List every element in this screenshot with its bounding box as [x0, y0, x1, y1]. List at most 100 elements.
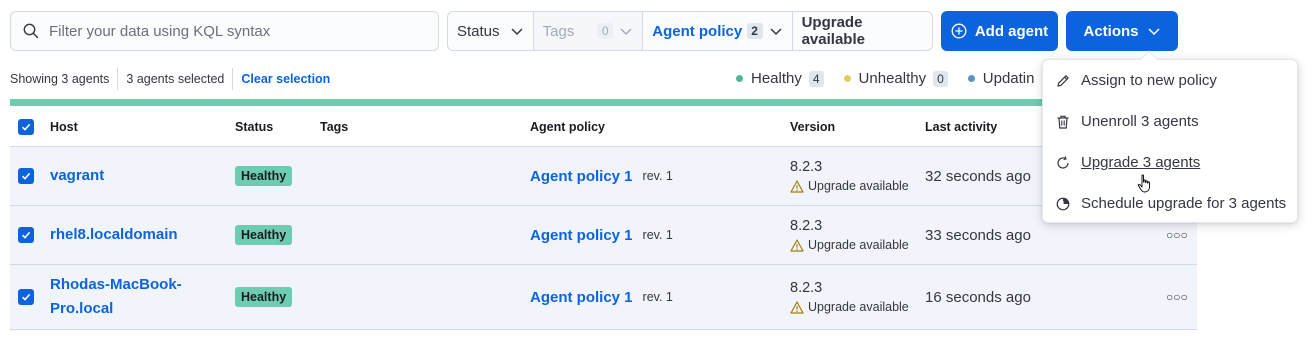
- legend-label: Unhealthy: [858, 70, 927, 87]
- host-link[interactable]: Rhodas-MacBook-Pro.local: [50, 273, 220, 321]
- column-tags[interactable]: Tags: [320, 108, 348, 146]
- updating-dot-icon: [967, 75, 975, 82]
- menu-item-label: Schedule upgrade for 3 agents: [1081, 195, 1287, 212]
- actions-button[interactable]: Actions: [1066, 11, 1178, 51]
- row-checkbox[interactable]: [18, 289, 34, 305]
- column-status[interactable]: Status: [235, 108, 273, 146]
- showing-count: Showing 3 agents: [10, 72, 110, 86]
- chevron-down-icon: [620, 28, 632, 36]
- check-icon: [21, 172, 31, 180]
- version-number: 8.2.3: [790, 159, 823, 175]
- search-input[interactable]: [49, 22, 409, 40]
- menu-item-label: Unenroll 3 agents: [1081, 113, 1199, 130]
- divider: [232, 68, 234, 90]
- unhealthy-dot-icon: [843, 75, 851, 82]
- chevron-down-icon: [1147, 28, 1160, 36]
- column-host[interactable]: Host: [50, 108, 220, 146]
- legend-count: 4: [808, 70, 824, 87]
- agent-policy-filter-button[interactable]: Agent policy 2: [643, 12, 793, 50]
- legend-count: 0: [933, 70, 948, 87]
- warning-icon: [790, 179, 804, 193]
- schedule-upgrade-menu-item[interactable]: Schedule upgrade for 3 agents: [1043, 183, 1297, 224]
- actions-menu: Assign to new policy Unenroll 3 agents U…: [1042, 50, 1298, 224]
- filter-group: Status Tags 0 Agent policy 2 Upgrade ava…: [447, 11, 933, 51]
- column-last-activity[interactable]: Last activity: [925, 108, 997, 146]
- policy-revision: rev. 1: [642, 290, 673, 304]
- selected-count: 3 agents selected: [126, 72, 225, 86]
- upgrade-available-text: Upgrade available: [808, 179, 909, 193]
- upgrade-available-filter-button[interactable]: Upgrade available: [793, 12, 932, 50]
- row-checkbox-cell: [18, 147, 34, 205]
- status-badge: Healthy: [235, 166, 293, 186]
- agent-policy-link[interactable]: Agent policy 1: [530, 289, 633, 306]
- agent-policy-filter-label: Agent policy: [652, 22, 743, 40]
- trash-icon: [1057, 115, 1069, 129]
- agent-policy-link[interactable]: Agent policy 1: [530, 168, 633, 185]
- upgrade-available-note: Upgrade available: [790, 298, 909, 316]
- row-checkbox[interactable]: [18, 227, 34, 243]
- chevron-down-icon: [511, 28, 523, 36]
- menu-item-label: Assign to new policy: [1081, 72, 1217, 89]
- select-all-checkbox[interactable]: [18, 119, 34, 135]
- status-filter-button[interactable]: Status: [448, 12, 534, 50]
- check-icon: [21, 231, 31, 239]
- upgrade-available-note: Upgrade available: [790, 177, 909, 195]
- health-status-bar: [10, 99, 1197, 106]
- selection-summary: Showing 3 agents 3 agents selected Clear…: [10, 68, 330, 90]
- row-actions-icon[interactable]: ○○○: [1166, 290, 1188, 304]
- upgrade-available-text: Upgrade available: [808, 238, 909, 252]
- legend-updating: Updatin: [967, 70, 1034, 87]
- host-link[interactable]: vagrant: [50, 164, 104, 188]
- legend-unhealthy: Unhealthy 0: [843, 70, 948, 87]
- last-activity: 33 seconds ago: [925, 226, 1031, 244]
- header-checkbox-cell: [18, 108, 34, 146]
- plus-circle-icon: [951, 23, 967, 39]
- upgrade-agents-menu-item[interactable]: Upgrade 3 agents: [1043, 142, 1297, 183]
- agent-policy-filter-count: 2: [746, 23, 763, 39]
- actions-label: Actions: [1083, 22, 1139, 40]
- row-actions-icon[interactable]: ○○○: [1166, 228, 1188, 242]
- upgrade-available-text: Upgrade available: [808, 300, 909, 314]
- row-checkbox-cell: [18, 265, 34, 329]
- check-icon: [21, 293, 31, 301]
- legend-healthy: Healthy 4: [736, 70, 824, 87]
- upgrade-available-filter-label: Upgrade available: [801, 14, 865, 48]
- pencil-icon: [1057, 74, 1069, 87]
- search-icon: [23, 23, 39, 39]
- table-row: Rhodas-MacBook-Pro.local Healthy Agent p…: [10, 265, 1197, 330]
- legend-label: Healthy: [751, 70, 802, 87]
- row-checkbox-cell: [18, 206, 34, 264]
- table-row: rhel8.localdomain Healthy Agent policy 1…: [10, 206, 1197, 265]
- menu-item-label: Upgrade 3 agents: [1081, 154, 1201, 171]
- upgrade-available-note: Upgrade available: [790, 236, 909, 254]
- add-agent-button[interactable]: Add agent: [941, 11, 1058, 51]
- policy-revision: rev. 1: [642, 169, 673, 183]
- host-link[interactable]: rhel8.localdomain: [50, 223, 178, 247]
- status-badge: Healthy: [235, 287, 293, 307]
- refresh-icon: [1057, 155, 1069, 169]
- assign-policy-menu-item[interactable]: Assign to new policy: [1043, 60, 1297, 101]
- clear-selection-link[interactable]: Clear selection: [241, 72, 330, 86]
- last-activity: 16 seconds ago: [925, 288, 1031, 306]
- warning-icon: [790, 300, 804, 314]
- add-agent-label: Add agent: [974, 22, 1049, 40]
- column-agent-policy[interactable]: Agent policy: [530, 108, 605, 146]
- column-version[interactable]: Version: [790, 108, 835, 146]
- status-filter-label: Status: [457, 22, 500, 40]
- agent-policy-link[interactable]: Agent policy 1: [530, 227, 633, 244]
- tags-filter-label: Tags: [542, 22, 575, 40]
- table-header: Host Status Tags Agent policy Version La…: [10, 108, 1197, 147]
- row-checkbox[interactable]: [18, 168, 34, 184]
- chevron-down-icon: [770, 28, 782, 36]
- hand-cursor-icon: [1137, 174, 1150, 193]
- search-bar[interactable]: [10, 11, 439, 51]
- version-number: 8.2.3: [790, 280, 823, 296]
- unenroll-menu-item[interactable]: Unenroll 3 agents: [1043, 101, 1297, 142]
- policy-revision: rev. 1: [642, 228, 673, 242]
- tags-filter-button[interactable]: Tags 0: [533, 12, 644, 50]
- version-number: 8.2.3: [790, 218, 823, 234]
- agents-table: Host Status Tags Agent policy Version La…: [10, 108, 1197, 330]
- divider: [117, 68, 119, 90]
- last-activity: 32 seconds ago: [925, 167, 1031, 185]
- table-row: vagrant Healthy Agent policy 1 rev. 1 8.2…: [10, 147, 1197, 206]
